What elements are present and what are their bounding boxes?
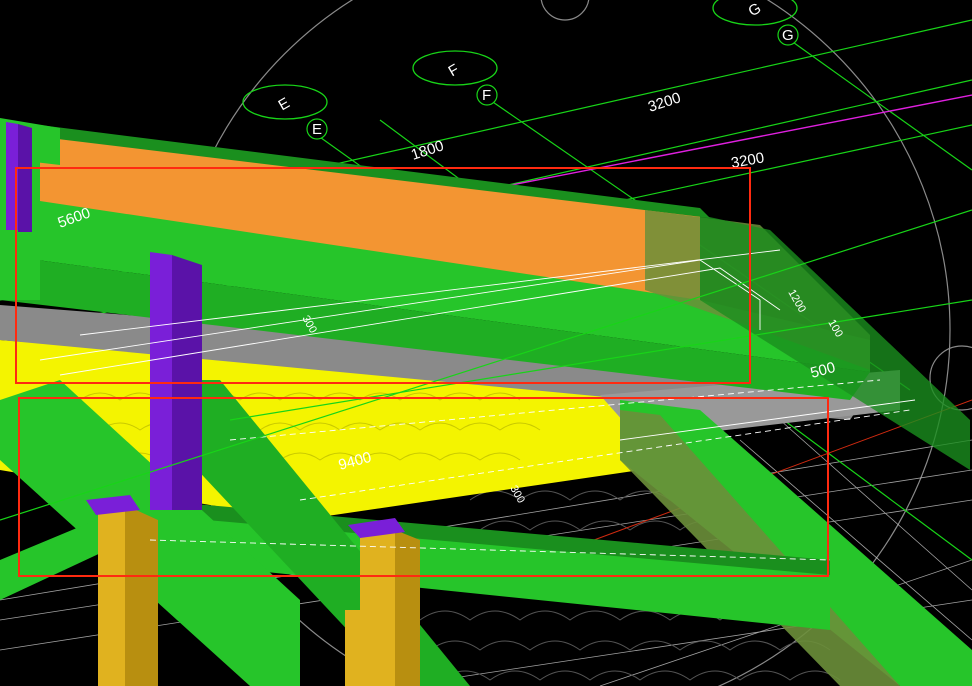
axis-label-F: F [482,87,491,104]
3d-model-viewport[interactable]: E E F F G G 5600 1800 3200 3200 500 9400… [0,0,972,686]
yellow-column-1[interactable] [98,505,125,686]
yellow-column-2-side [395,530,420,686]
yellow-column-1-side [125,505,158,686]
axis-label-G: G [782,27,794,44]
yellow-column-2-flange [345,610,360,686]
yellow-column-2[interactable] [360,530,395,686]
axis-label-E: E [312,121,322,138]
purple-column-2-side [18,124,32,232]
